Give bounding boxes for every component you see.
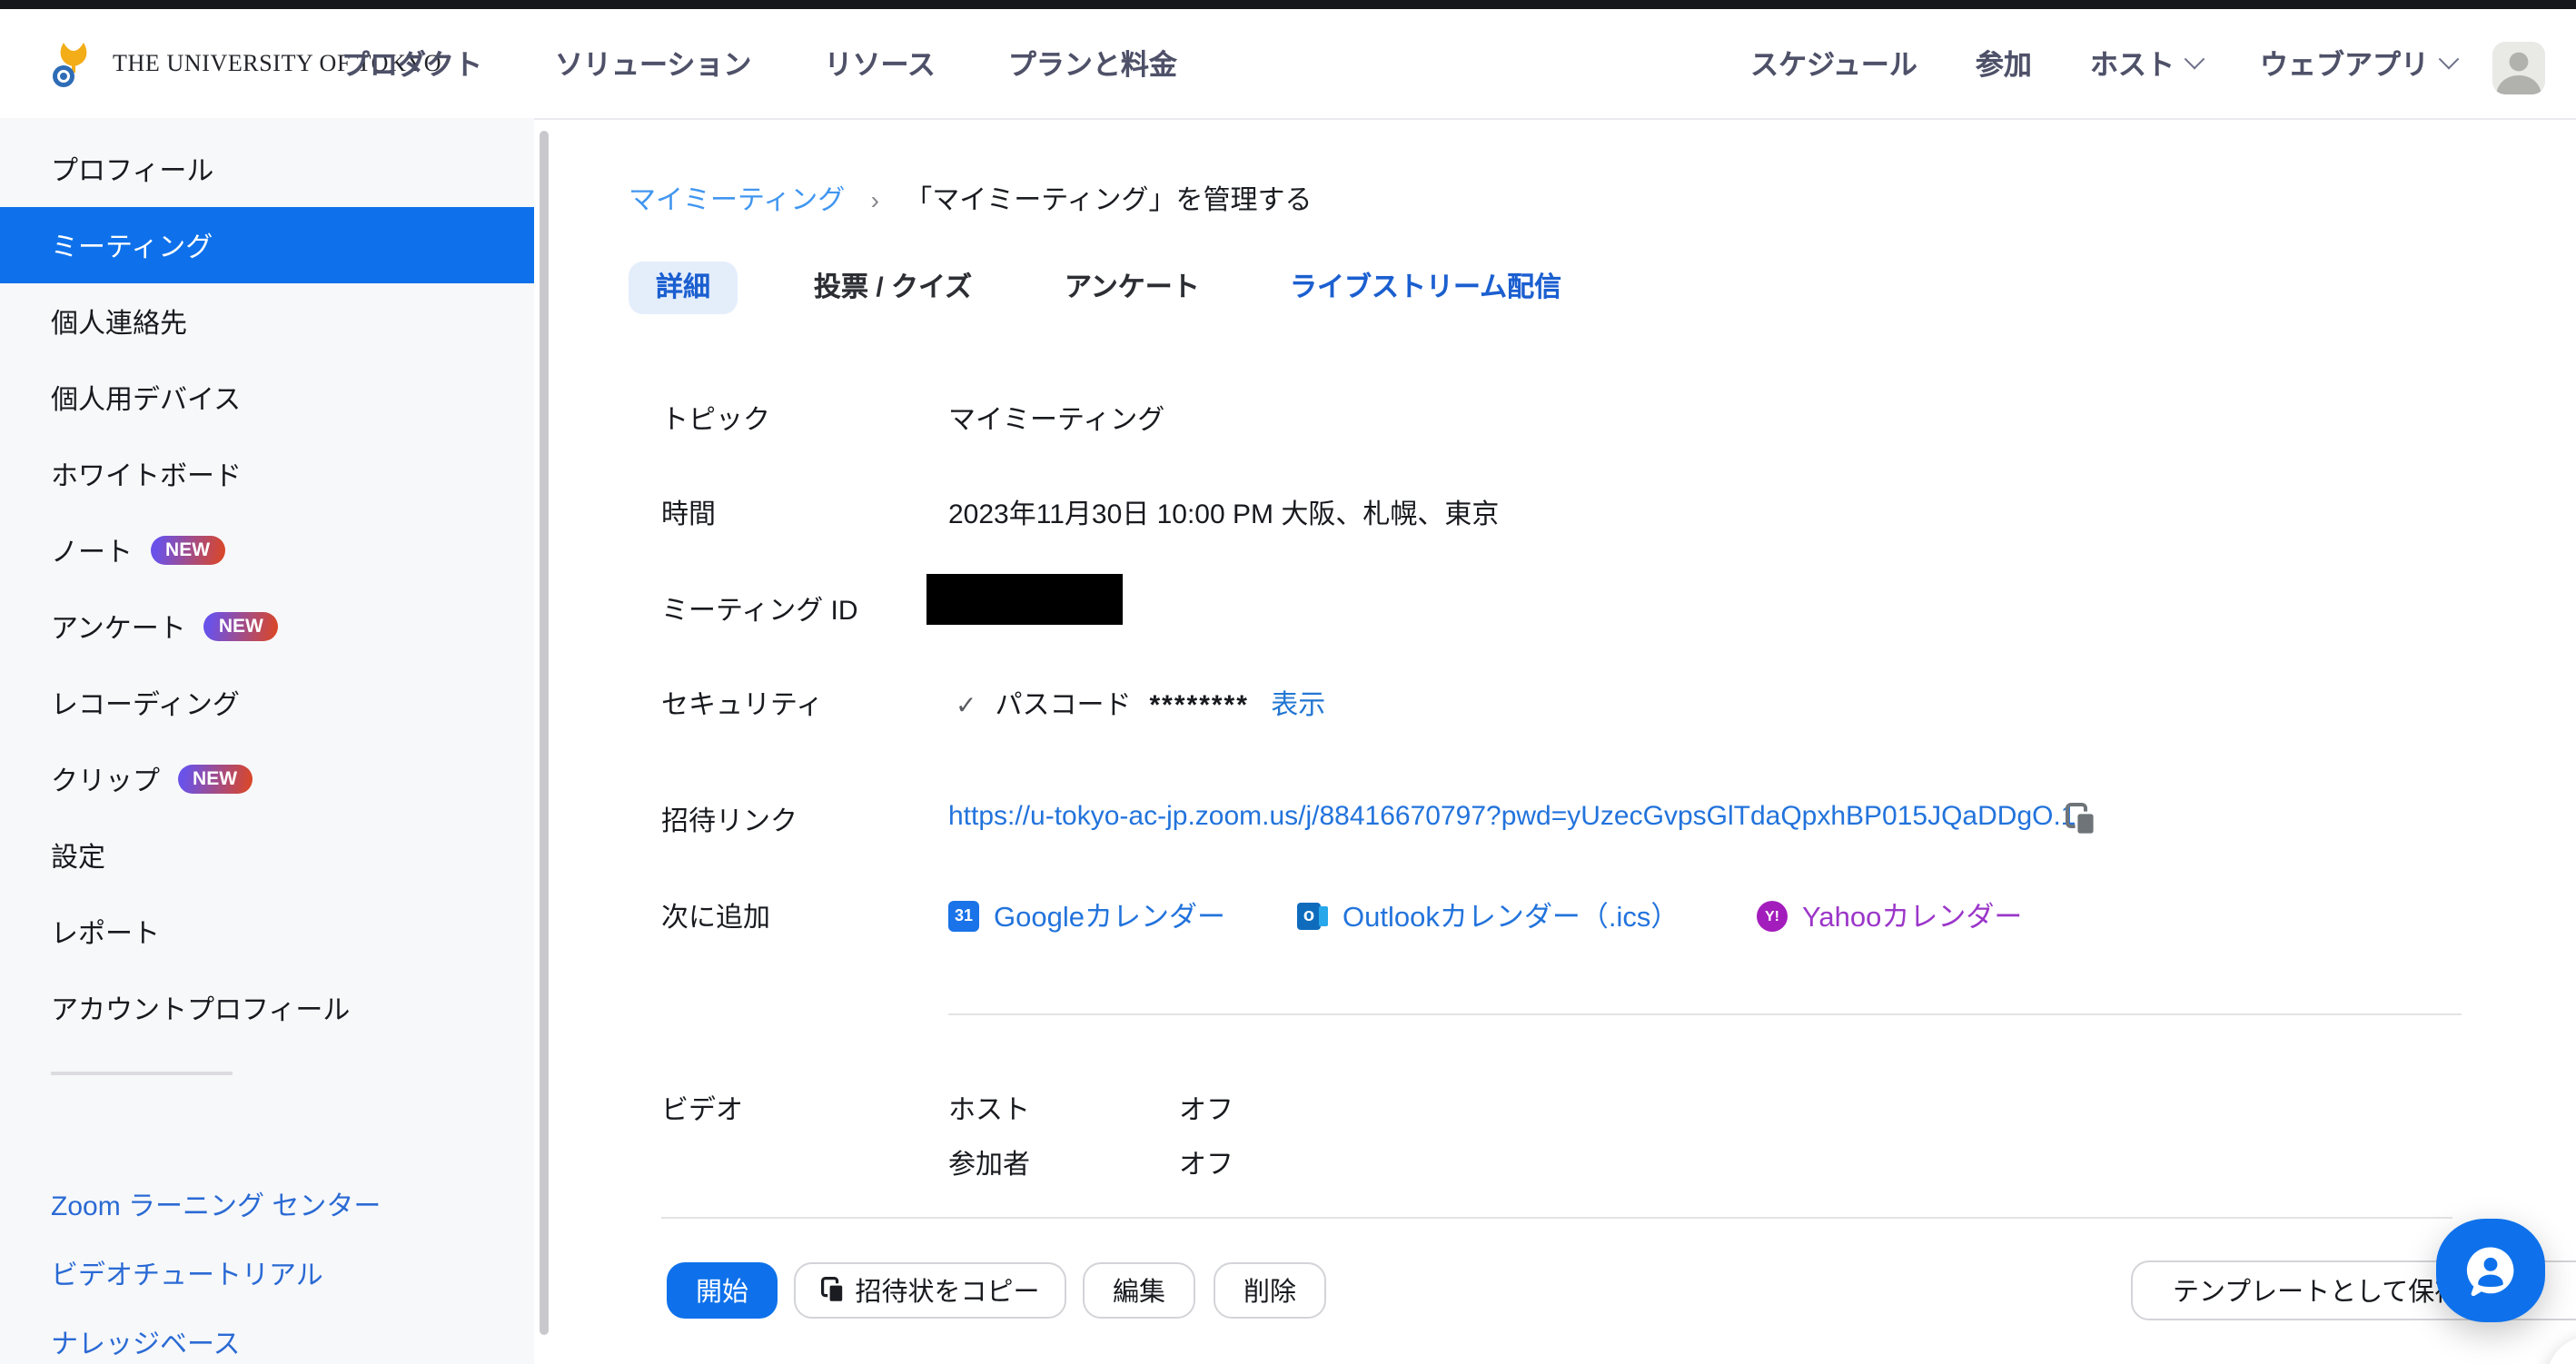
tab-survey[interactable]: アンケート — [1065, 262, 1200, 314]
corner-bubble — [2547, 1337, 2576, 1364]
sidebar-item-account-profile[interactable]: アカウントプロフィール — [0, 970, 534, 1046]
add-to-label: 次に追加 — [661, 897, 770, 935]
support-chat-button[interactable] — [2436, 1219, 2545, 1322]
nav-plans-pricing[interactable]: プランと料金 — [1008, 44, 1177, 84]
sidebar-item-settings[interactable]: 設定 — [0, 817, 534, 894]
yahoo-calendar-icon: Y! — [1757, 900, 1788, 931]
sidebar-item-whiteboard[interactable]: ホワイトボード — [0, 436, 534, 512]
meeting-id-redacted — [926, 574, 1123, 625]
chevron-down-icon — [2185, 48, 2205, 69]
tab-details[interactable]: 詳細 — [629, 262, 738, 314]
nav-host-menu[interactable]: ホスト — [2090, 44, 2202, 84]
copy-link-icon[interactable] — [2066, 803, 2096, 846]
sidebar-external-links: Zoom ラーニング センター ビデオチュートリアル ナレッジベース — [0, 1170, 534, 1364]
sidebar-item-reports[interactable]: レポート — [0, 894, 534, 970]
utokyo-ginkgo-icon — [49, 39, 98, 88]
nav-solutions[interactable]: ソリューション — [555, 44, 751, 84]
security-value: ✓ パスコード ******** 表示 — [956, 685, 1325, 723]
edit-button[interactable]: 編集 — [1083, 1262, 1195, 1319]
passcode-masked: ******** — [1150, 690, 1249, 721]
sidebar-item-personal-devices[interactable]: 個人用デバイス — [0, 360, 534, 436]
passcode-show-link[interactable]: 表示 — [1271, 690, 1325, 721]
video-label: ビデオ — [661, 1090, 743, 1128]
video-participant-value: オフ — [1179, 1144, 1234, 1182]
sidebar-item-profile[interactable]: プロフィール — [0, 131, 534, 207]
top-strip — [0, 0, 2576, 9]
sidebar-divider — [51, 1072, 233, 1075]
video-host-value: オフ — [1179, 1090, 1234, 1128]
meeting-id-label: ミーティング ID — [661, 590, 858, 628]
new-badge: NEW — [151, 537, 224, 565]
nav-products[interactable]: プロダクト — [342, 44, 482, 84]
passcode-label: パスコード — [995, 690, 1131, 721]
topic-value: マイミーティング — [948, 400, 1164, 438]
google-calendar-link[interactable]: 31 Googleカレンダー — [948, 895, 1225, 935]
person-icon — [2492, 42, 2545, 94]
video-participant-label: 参加者 — [948, 1144, 1030, 1182]
breadcrumb-separator: › — [871, 185, 879, 214]
start-button[interactable]: 開始 — [667, 1262, 778, 1319]
account-nav: スケジュール 参加 ホスト ウェブアプリ — [1750, 9, 2456, 118]
breadcrumb-current: 「マイミーティング」を管理する — [905, 185, 1312, 216]
outlook-calendar-icon: o — [1297, 900, 1328, 931]
sidebar-link-video-tutorials[interactable]: ビデオチュートリアル — [0, 1239, 534, 1308]
chat-person-icon — [2458, 1238, 2523, 1303]
chevron-down-icon — [2439, 48, 2460, 69]
header: THE UNIVERSITY OF TOKYO プロダクト ソリューション リソ… — [0, 9, 2576, 120]
breadcrumb-my-meetings-link[interactable]: マイミーティング — [629, 185, 845, 216]
outlook-calendar-link[interactable]: o Outlookカレンダー（.ics） — [1297, 895, 1679, 935]
time-value: 2023年11月30日 10:00 PM 大阪、札幌、東京 — [948, 494, 1499, 532]
sidebar: プロフィール ミーティング 個人連絡先 個人用デバイス ホワイトボード ノートN… — [0, 118, 534, 1364]
sidebar-item-notes[interactable]: ノートNEW — [0, 512, 534, 588]
user-avatar[interactable] — [2492, 42, 2545, 94]
section-divider — [948, 1013, 2462, 1015]
primary-nav: プロダクト ソリューション リソース プランと料金 — [342, 9, 1177, 118]
sidebar-item-clips[interactable]: クリップNEW — [0, 741, 534, 817]
zoom-meeting-page: THE UNIVERSITY OF TOKYO プロダクト ソリューション リソ… — [0, 0, 2576, 1364]
copy-invitation-button[interactable]: 招待状をコピー — [794, 1262, 1066, 1319]
sidebar-item-surveys[interactable]: アンケートNEW — [0, 588, 534, 665]
breadcrumb: マイミーティング › 「マイミーティング」を管理する — [629, 180, 1312, 218]
new-badge: NEW — [178, 766, 252, 794]
nav-resources[interactable]: リソース — [824, 44, 935, 84]
sidebar-scrollbar[interactable] — [540, 131, 549, 1335]
sidebar-link-knowledge-base[interactable]: ナレッジベース — [0, 1308, 534, 1364]
nav-join[interactable]: 参加 — [1976, 44, 2032, 84]
sidebar-item-meetings[interactable]: ミーティング — [0, 207, 534, 283]
nav-schedule[interactable]: スケジュール — [1750, 44, 1917, 84]
sidebar-item-personal-contacts[interactable]: 個人連絡先 — [0, 283, 534, 360]
invite-link-url[interactable]: https://u-tokyo-ac-jp.zoom.us/j/88416670… — [948, 801, 2076, 832]
google-calendar-icon: 31 — [948, 900, 979, 931]
footer-divider — [661, 1217, 2452, 1219]
delete-button[interactable]: 削除 — [1214, 1262, 1326, 1319]
copy-icon — [821, 1277, 845, 1304]
tab-livestream[interactable]: ライブストリーム配信 — [1290, 262, 1561, 314]
sidebar-link-learning-center[interactable]: Zoom ラーニング センター — [0, 1170, 534, 1239]
security-label: セキュリティ — [661, 685, 823, 723]
sidebar-item-recordings[interactable]: レコーディング — [0, 665, 534, 741]
video-host-label: ホスト — [948, 1090, 1030, 1128]
topic-label: トピック — [661, 400, 770, 438]
new-badge: NEW — [204, 613, 278, 641]
time-label: 時間 — [661, 494, 716, 532]
nav-webapp-menu[interactable]: ウェブアプリ — [2260, 44, 2456, 84]
yahoo-calendar-link[interactable]: Y! Yahooカレンダー — [1757, 895, 2022, 935]
invite-link-label: 招待リンク — [661, 801, 798, 839]
tab-polls-quizzes[interactable]: 投票 / クイズ — [814, 262, 972, 314]
check-icon: ✓ — [956, 690, 976, 719]
